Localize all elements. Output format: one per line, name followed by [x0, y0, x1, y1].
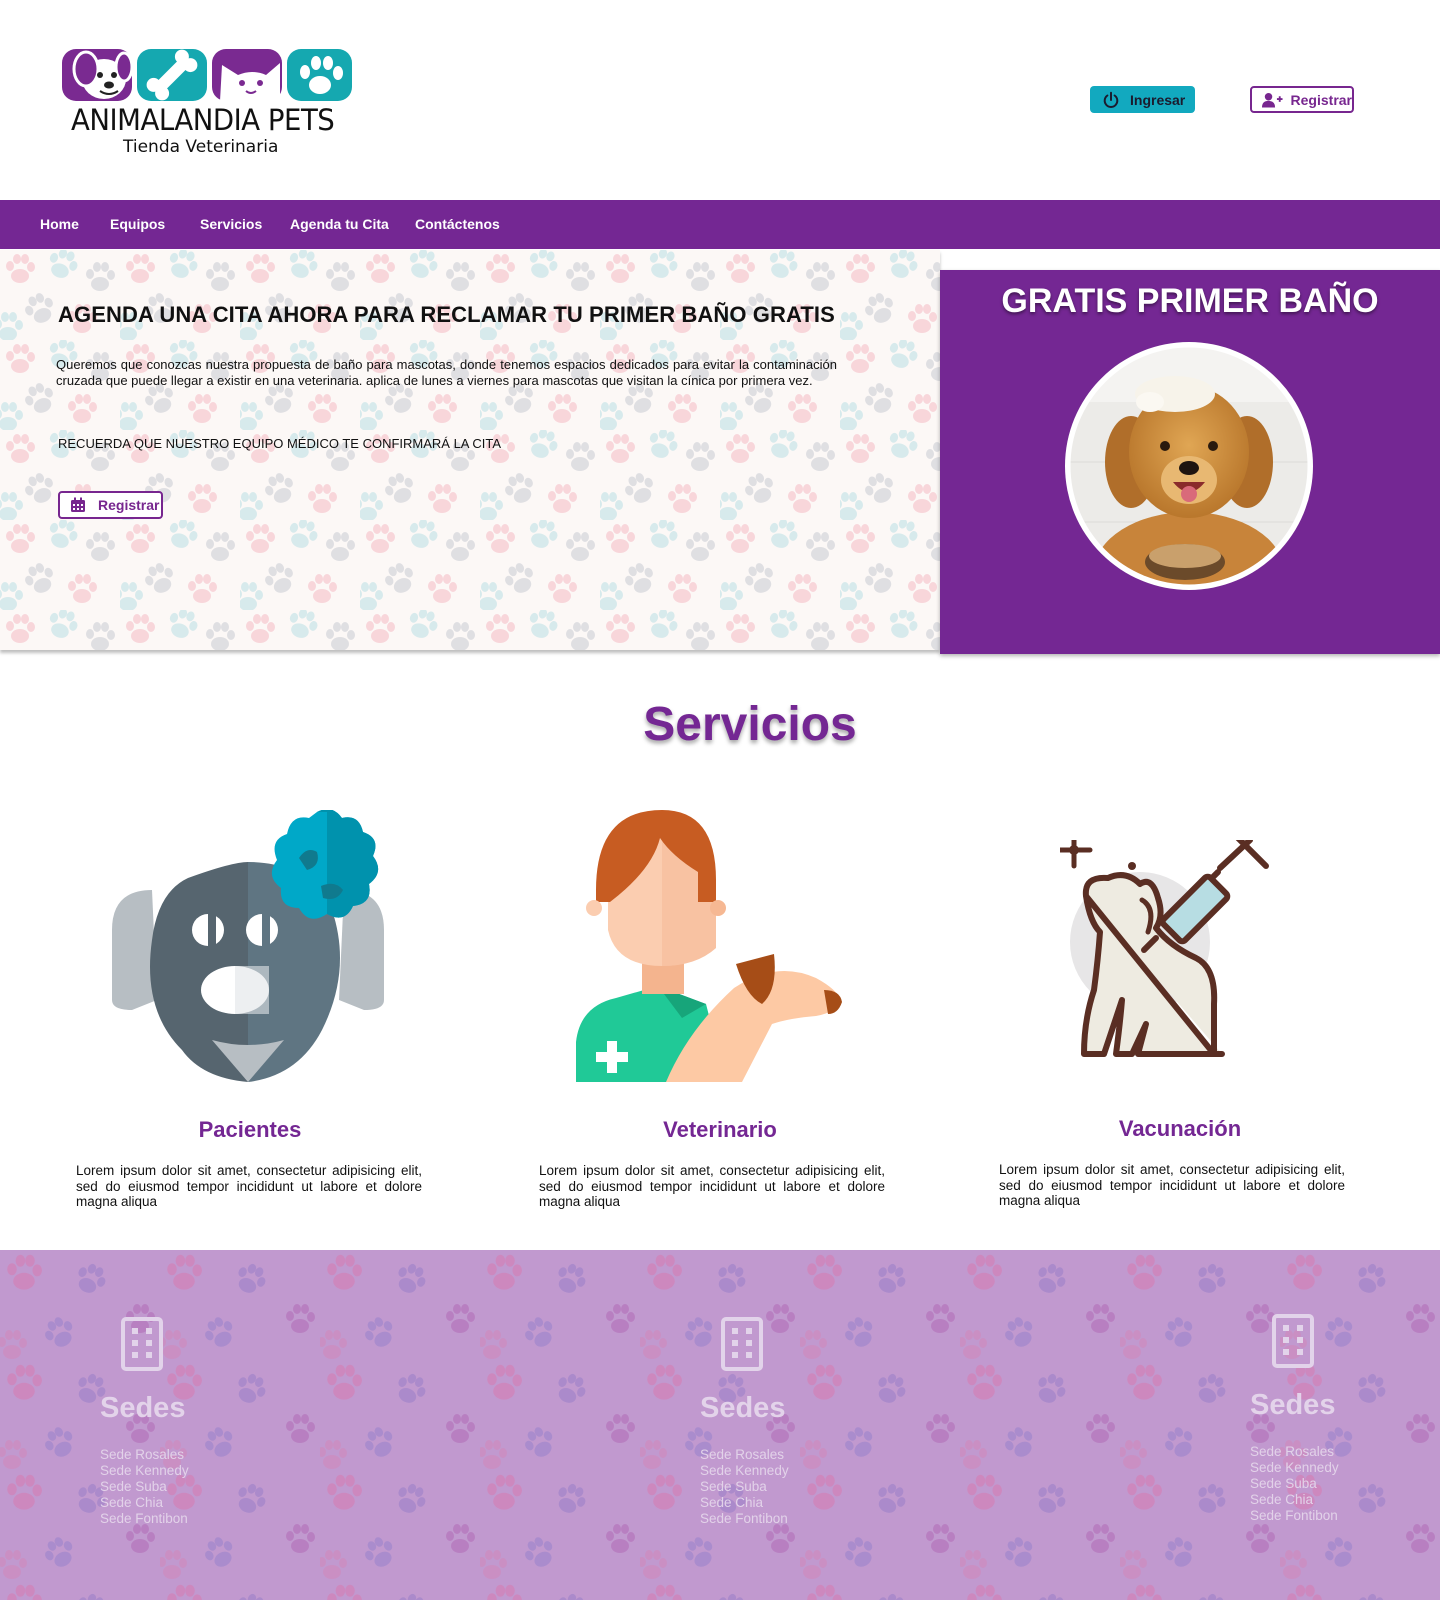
hero-register-label: Registrar — [98, 497, 160, 513]
nav-item-home[interactable]: Home — [40, 200, 79, 249]
sede-link[interactable]: Sede Fontibon — [1250, 1508, 1339, 1524]
sede-link[interactable]: Sede Rosales — [100, 1447, 189, 1463]
promo-panel: GRATIS PRIMER BAÑO — [940, 270, 1440, 654]
vaccination-icon — [1060, 840, 1269, 1057]
service-name-pacientes: Pacientes — [198, 1117, 302, 1142]
sede-title-2: Sedes — [700, 1392, 786, 1424]
user-plus-icon — [1262, 92, 1283, 107]
sede-link[interactable]: Sede Chia — [700, 1495, 789, 1511]
nav-item-contactenos[interactable]: Contáctenos — [415, 200, 500, 249]
dog-patient-icon — [112, 810, 384, 1082]
nav-item-servicios[interactable]: Servicios — [200, 200, 262, 249]
hero-description: Queremos que conozcas nuestra propuesta … — [56, 357, 837, 388]
sede-link[interactable]: Sede Fontibon — [100, 1511, 189, 1527]
nav-item-equipos[interactable]: Equipos — [110, 200, 165, 249]
main-nav: Home Equipos Servicios Agenda tu Cita Co… — [0, 200, 1440, 249]
service-name-vacunacion: Vacunación — [1118, 1116, 1242, 1141]
sede-link[interactable]: Sede Suba — [700, 1479, 789, 1495]
service-name-veterinario: Veterinario — [663, 1117, 777, 1142]
sede-link[interactable]: Sede Kennedy — [100, 1463, 189, 1479]
sede-title-3: Sedes — [1250, 1389, 1336, 1421]
brand-logo[interactable]: ANIMALANDIA PETS Tienda Veterinaria — [60, 45, 360, 160]
sede-link[interactable]: Sede Suba — [1250, 1476, 1339, 1492]
header: ANIMALANDIA PETS Tienda Veterinaria Ingr… — [0, 0, 1440, 200]
logo-pets-icon — [62, 49, 352, 101]
service-text-vacunacion: Lorem ipsum dolor sit amet, consectetur … — [999, 1162, 1345, 1208]
sede-link[interactable]: Sede Chia — [1250, 1492, 1339, 1508]
building-icon — [1272, 1314, 1314, 1368]
login-button[interactable]: Ingresar — [1090, 86, 1195, 113]
sede-title-1: Sedes — [100, 1392, 186, 1424]
promo-title: GRATIS PRIMER BAÑO — [1001, 282, 1379, 320]
sede-list-3: Sede Rosales Sede Kennedy Sede Suba Sede… — [1250, 1444, 1339, 1524]
hero-note: RECUERDA QUE NUESTRO EQUIPO MÉDICO TE CO… — [58, 436, 502, 451]
hero-title: AGENDA UNA CITA AHORA PARA RECLAMAR TU P… — [58, 302, 835, 327]
sede-link[interactable]: Sede Rosales — [700, 1447, 789, 1463]
sede-link[interactable]: Sede Kennedy — [1250, 1460, 1339, 1476]
page: ANIMALANDIA PETS Tienda Veterinaria Ingr… — [0, 0, 1440, 1600]
brand-name: ANIMALANDIA PETS — [71, 103, 335, 137]
service-text-veterinario: Lorem ipsum dolor sit amet, consectetur … — [539, 1163, 885, 1209]
sede-link[interactable]: Sede Fontibon — [700, 1511, 789, 1527]
register-button-label: Registrar — [1290, 91, 1352, 108]
veterinarian-icon — [576, 810, 842, 1082]
sede-list-2: Sede Rosales Sede Kennedy Sede Suba Sede… — [700, 1447, 789, 1527]
sede-link[interactable]: Sede Chia — [100, 1495, 189, 1511]
brand-tagline: Tienda Veterinaria — [123, 137, 279, 157]
calendar-icon — [71, 497, 85, 512]
service-text-pacientes: Lorem ipsum dolor sit amet, consectetur … — [76, 1163, 422, 1209]
sede-list-1: Sede Rosales Sede Kennedy Sede Suba Sede… — [100, 1447, 189, 1527]
promo-dog-photo — [1065, 342, 1313, 590]
sede-link[interactable]: Sede Suba — [100, 1479, 189, 1495]
login-button-label: Ingresar — [1130, 91, 1186, 108]
paw-pattern-footer — [0, 1250, 1440, 1600]
register-button[interactable]: Registrar — [1250, 86, 1354, 113]
services-title: Servicios — [643, 698, 857, 751]
power-icon — [1103, 91, 1119, 108]
footer-sedes — [0, 1250, 1440, 1600]
hero-register-button[interactable]: Registrar — [58, 491, 163, 519]
building-icon — [721, 1317, 763, 1371]
sede-link[interactable]: Sede Rosales — [1250, 1444, 1339, 1460]
sede-link[interactable]: Sede Kennedy — [700, 1463, 789, 1479]
building-icon — [121, 1317, 163, 1371]
nav-item-agenda[interactable]: Agenda tu Cita — [290, 200, 389, 249]
